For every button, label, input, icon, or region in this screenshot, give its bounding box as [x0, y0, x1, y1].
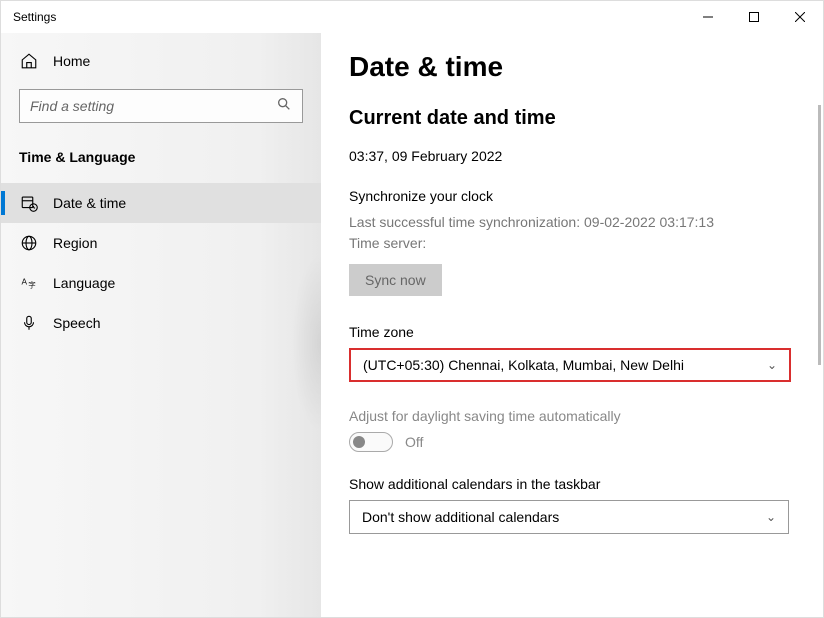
sidebar-item-region[interactable]: Region: [1, 223, 321, 263]
calendar-value: Don't show additional calendars: [362, 509, 559, 525]
window-title: Settings: [13, 10, 56, 24]
home-label: Home: [53, 53, 90, 69]
dst-state: Off: [405, 434, 423, 450]
sync-last-text: Last successful time synchronization: 09…: [349, 212, 791, 233]
calendar-dropdown[interactable]: Don't show additional calendars ⌄: [349, 500, 789, 534]
sidebar-item-label: Speech: [53, 315, 100, 331]
calendar-clock-icon: [19, 193, 39, 213]
sidebar-item-label: Region: [53, 235, 97, 251]
search-input[interactable]: [30, 98, 276, 114]
content-pane: Date & time Current date and time 03:37,…: [321, 33, 823, 617]
sidebar-item-language[interactable]: A字 Language: [1, 263, 321, 303]
timezone-value: (UTC+05:30) Chennai, Kolkata, Mumbai, Ne…: [363, 357, 684, 373]
sidebar-item-datetime[interactable]: Date & time: [1, 183, 321, 223]
maximize-button[interactable]: [731, 1, 777, 33]
toggle-knob: [353, 436, 365, 448]
microphone-icon: [19, 313, 39, 333]
dst-label: Adjust for daylight saving time automati…: [349, 408, 791, 424]
minimize-button[interactable]: [685, 1, 731, 33]
section-current-datetime: Current date and time: [349, 107, 791, 130]
svg-text:A: A: [22, 278, 28, 287]
home-icon: [19, 51, 39, 71]
sync-server-text: Time server:: [349, 233, 791, 254]
calendar-label: Show additional calendars in the taskbar: [349, 476, 791, 492]
chevron-down-icon: ⌄: [767, 358, 777, 372]
sidebar-item-speech[interactable]: Speech: [1, 303, 321, 343]
sidebar: Home Time & Language Date & time Region …: [1, 33, 321, 617]
language-icon: A字: [19, 273, 39, 293]
close-button[interactable]: [777, 1, 823, 33]
home-nav-item[interactable]: Home: [1, 41, 321, 81]
scrollbar[interactable]: [818, 105, 821, 365]
window-controls: [685, 1, 823, 33]
dst-toggle: Off: [349, 432, 791, 452]
svg-text:字: 字: [28, 280, 36, 290]
sync-heading: Synchronize your clock: [349, 188, 791, 204]
timezone-label: Time zone: [349, 324, 791, 340]
timezone-dropdown[interactable]: (UTC+05:30) Chennai, Kolkata, Mumbai, Ne…: [349, 348, 791, 382]
toggle-switch[interactable]: [349, 432, 393, 452]
page-title: Date & time: [349, 51, 791, 83]
category-title: Time & Language: [1, 141, 321, 183]
search-icon: [276, 96, 292, 117]
sidebar-item-label: Date & time: [53, 195, 126, 211]
search-box[interactable]: [19, 89, 303, 123]
globe-icon: [19, 233, 39, 253]
sync-now-button[interactable]: Sync now: [349, 264, 442, 296]
chevron-down-icon: ⌄: [766, 510, 776, 524]
sidebar-item-label: Language: [53, 275, 115, 291]
datetime-value: 03:37, 09 February 2022: [349, 148, 791, 164]
